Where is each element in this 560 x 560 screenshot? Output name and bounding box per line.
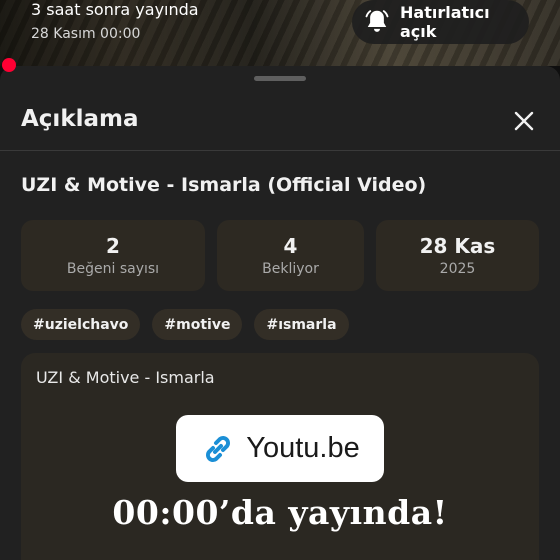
stat-label: Bekliyor [262,261,319,277]
sheet-divider [0,150,560,151]
video-title: UZI & Motive - Ismarla (Official Video) [21,174,427,196]
stat-value: 2 [106,234,120,258]
reminder-button[interactable]: Hatırlatıcı açık [352,0,529,44]
sheet-title: Açıklama [21,106,139,132]
premiere-info: 3 saat sonra yayında 28 Kasım 00:00 [31,0,199,42]
youtu-be-link[interactable]: Youtu.be [176,415,384,482]
stat-label: Beğeni sayısı [66,261,160,277]
hashtag-list: #uzielchavo #motive #ısmarla [21,309,349,340]
stat-value: 28 Kas [419,234,496,258]
live-indicator-dot [2,58,16,72]
description-sheet: Açıklama UZI & Motive - Ismarla (Officia… [0,66,560,560]
close-button[interactable] [509,106,539,136]
link-icon [200,431,236,467]
reminder-label: Hatırlatıcı açık [400,3,490,41]
hashtag-chip[interactable]: #motive [152,309,243,340]
description-card: UZI & Motive - Ismarla Youtu.be 00:00’da… [21,353,539,560]
premiere-overlay-text: 00:00’da yayında! [112,493,448,532]
link-label: Youtu.be [246,432,360,464]
hashtag-chip[interactable]: #ısmarla [254,309,349,340]
close-icon [509,111,539,140]
stat-waiting: 4 Bekliyor [217,220,364,291]
bell-icon [362,7,392,37]
premiere-date: 28 Kasım 00:00 [31,26,141,42]
description-text: UZI & Motive - Ismarla [36,368,215,387]
stat-date: 28 Kas 2025 [376,220,539,291]
stat-label: 2025 [439,261,476,277]
premiere-status: 3 saat sonra yayında [31,0,199,19]
hashtag-chip[interactable]: #uzielchavo [21,309,141,340]
sheet-drag-handle[interactable] [254,76,306,81]
stat-likes: 2 Beğeni sayısı [21,220,205,291]
stat-value: 4 [283,234,298,258]
